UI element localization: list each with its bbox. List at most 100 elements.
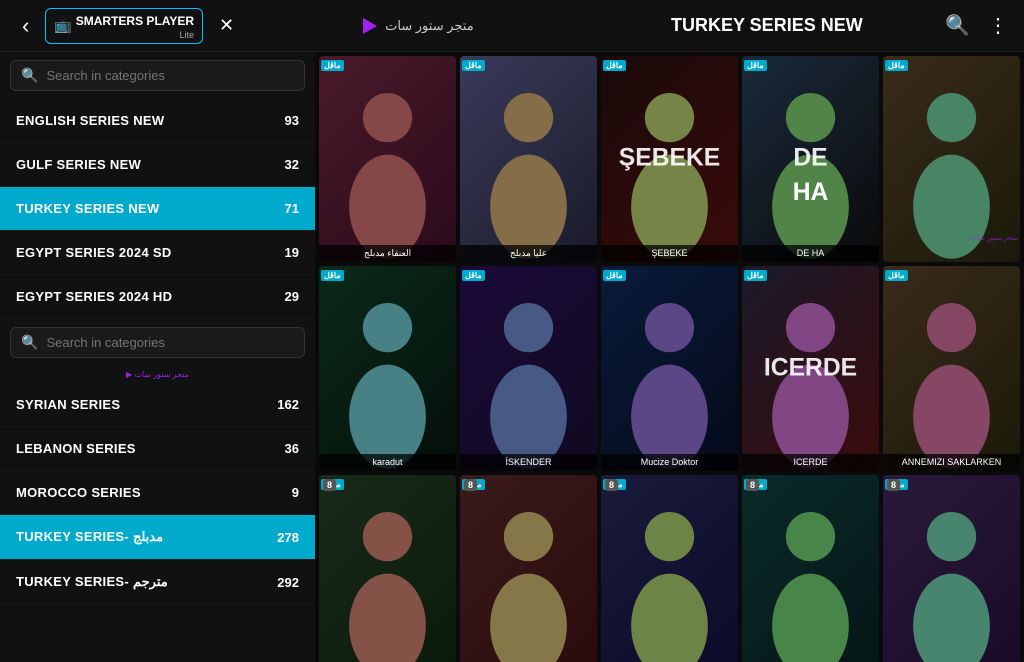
search-box-top[interactable]: 🔍 bbox=[10, 60, 305, 91]
sidebar-item-6[interactable]: LEBANON SERIES 36 bbox=[0, 427, 315, 471]
card-9[interactable]: ICERDE ماڤل ICERDE bbox=[742, 266, 879, 472]
sidebar-watermark: متجر ستور سات ▶ bbox=[0, 366, 315, 383]
card-12[interactable]: ماڤل8 bbox=[460, 475, 597, 662]
svg-text:ŞEBEKE: ŞEBEKE bbox=[619, 145, 720, 172]
search-input-mid[interactable] bbox=[46, 335, 294, 350]
card-artwork: ŞEBEKE bbox=[601, 56, 738, 262]
card-title: عليا مدبلج bbox=[460, 245, 597, 262]
card-14[interactable]: ماڤل8 bbox=[742, 475, 879, 662]
sidebar-item-label: TURKEY SERIES- مترجم bbox=[16, 574, 168, 590]
logo-lite: Lite bbox=[76, 30, 194, 40]
sidebar-item-7[interactable]: MOROCCO SERIES 9 bbox=[0, 471, 315, 515]
search-icon-top: 🔍 bbox=[21, 67, 38, 84]
card-artwork bbox=[319, 56, 456, 262]
card-artwork: DE HA bbox=[742, 56, 879, 262]
more-options-icon[interactable]: ⋮ bbox=[984, 9, 1012, 42]
sidebar-items-list: ENGLISH SERIES NEW 93 GULF SERIES NEW 32 TUR… bbox=[0, 99, 315, 605]
sidebar-item-label: LEBANON SERIES bbox=[16, 441, 136, 456]
sidebar-item-1[interactable]: GULF SERIES NEW 32 bbox=[0, 143, 315, 187]
search-input-top[interactable] bbox=[46, 68, 294, 83]
card-title: ICERDE bbox=[742, 454, 879, 471]
card-5[interactable]: ماڤل متجر ستور سات bbox=[883, 56, 1020, 262]
close-button[interactable]: ✕ bbox=[209, 11, 244, 40]
svg-text:ICERDE: ICERDE bbox=[764, 354, 857, 381]
card-13[interactable]: ماڤل8مصاع الطرق bbox=[601, 475, 738, 662]
card-artwork bbox=[883, 475, 1020, 662]
sidebar-item-label: MOROCCO SERIES bbox=[16, 485, 141, 500]
top-header: ‹ 📺 SMARTERS PLAYER Lite ✕ متجر ستور سات… bbox=[0, 0, 1024, 52]
mafl-badge: ماڤل bbox=[744, 270, 767, 281]
card-11[interactable]: ماڤل8 bbox=[319, 475, 456, 662]
number-badge: 8 bbox=[464, 479, 477, 491]
card-7[interactable]: ماڤلİSKENDER bbox=[460, 266, 597, 472]
tv-icon: 📺 bbox=[54, 17, 71, 34]
card-4[interactable]: DEHAماڤلDE HA bbox=[742, 56, 879, 262]
number-badge: 8 bbox=[323, 479, 336, 491]
svg-text:DE: DE bbox=[793, 145, 827, 172]
sidebar-item-4[interactable]: EGYPT SERIES 2024 HD29 bbox=[0, 275, 315, 319]
card-2[interactable]: ماڤلعليا مدبلج bbox=[460, 56, 597, 262]
card-8[interactable]: ماڤل Mucize Doktor bbox=[601, 266, 738, 472]
sidebar-item-label: EGYPT SERIES 2024 HD bbox=[16, 289, 172, 304]
card-artwork bbox=[883, 56, 1020, 262]
card-title: DE HA bbox=[742, 245, 879, 262]
card-artwork bbox=[883, 266, 1020, 472]
grid-area: ماڤلالعنقاء مدبلجماڤلعليا مدبلجŞEBEKEماڤ… bbox=[315, 52, 1024, 662]
header-arabic-section: متجر ستور سات bbox=[244, 18, 593, 34]
sidebar-item-count: 162 bbox=[277, 397, 299, 412]
card-watermark: متجر ستور سات bbox=[970, 234, 1018, 242]
sidebar-item-count: 93 bbox=[285, 113, 299, 128]
sidebar-item-label: TURKEY SERIES- مدبلج bbox=[16, 529, 163, 545]
card-1[interactable]: ماڤلالعنقاء مدبلج bbox=[319, 56, 456, 262]
search-box-mid[interactable]: 🔍 bbox=[10, 327, 305, 358]
card-6[interactable]: ماڤل karadut bbox=[319, 266, 456, 472]
card-title: İSKENDER bbox=[460, 454, 597, 471]
card-artwork bbox=[460, 475, 597, 662]
card-artwork: ICERDE bbox=[742, 266, 879, 472]
card-10[interactable]: ماڤل ANNEMIZI SAKLARKEN bbox=[883, 266, 1020, 472]
sidebar-item-count: 32 bbox=[285, 157, 299, 172]
sidebar-item-3[interactable]: EGYPT SERIES 2024 SD19 bbox=[0, 231, 315, 275]
header-title: TURKEY SERIES NEW bbox=[593, 15, 942, 36]
sidebar-item-count: 36 bbox=[285, 441, 299, 456]
play-triangle-icon bbox=[363, 18, 377, 34]
card-artwork bbox=[601, 266, 738, 472]
svg-text:HA: HA bbox=[793, 179, 829, 206]
sidebar-item-count: 278 bbox=[277, 530, 299, 545]
sidebar-item-count: 71 bbox=[285, 201, 299, 216]
sidebar-item-2[interactable]: TURKEY SERIES NEW 71 bbox=[0, 187, 315, 231]
card-title: ANNEMIZI SAKLARKEN bbox=[883, 454, 1020, 471]
main-content: 🔍 ENGLISH SERIES NEW 93 GULF SERIES NEW 32 T… bbox=[0, 52, 1024, 662]
mafl-badge: ماڤل bbox=[321, 60, 344, 71]
mafl-badge: ماڤل bbox=[885, 60, 908, 71]
content-grid: ماڤلالعنقاء مدبلجماڤلعليا مدبلجŞEBEKEماڤ… bbox=[319, 56, 1020, 662]
search-icon[interactable]: 🔍 bbox=[941, 9, 974, 42]
sidebar: 🔍 ENGLISH SERIES NEW 93 GULF SERIES NEW 32 T… bbox=[0, 52, 315, 662]
mafl-badge: ماڤل bbox=[885, 270, 908, 281]
logo-name: SMARTERS PLAYER bbox=[76, 14, 194, 28]
sidebar-item-label: ENGLISH SERIES NEW bbox=[16, 113, 164, 128]
card-title: karadut bbox=[319, 454, 456, 471]
sidebar-item-label: SYRIAN SERIES bbox=[16, 397, 120, 412]
sidebar-item-count: 19 bbox=[285, 245, 299, 260]
card-artwork bbox=[319, 266, 456, 472]
back-button[interactable]: ‹ bbox=[12, 9, 39, 43]
sidebar-item-label: GULF SERIES NEW bbox=[16, 157, 141, 172]
mafl-badge: ماڤل bbox=[603, 270, 626, 281]
sidebar-item-5[interactable]: SYRIAN SERIES 162 bbox=[0, 383, 315, 427]
sidebar-item-count: 9 bbox=[292, 485, 299, 500]
card-title: ŞEBEKE bbox=[601, 245, 738, 262]
mafl-badge: ماڤل bbox=[321, 270, 344, 281]
card-artwork bbox=[601, 475, 738, 662]
card-15[interactable]: ماڤل8 bbox=[883, 475, 1020, 662]
sidebar-item-9[interactable]: TURKEY SERIES- مترجم292 bbox=[0, 560, 315, 605]
card-artwork bbox=[319, 475, 456, 662]
sidebar-item-0[interactable]: ENGLISH SERIES NEW 93 bbox=[0, 99, 315, 143]
sidebar-item-8[interactable]: TURKEY SERIES- مدبلج 278 bbox=[0, 515, 315, 560]
card-title: Mucize Doktor bbox=[601, 454, 738, 471]
card-3[interactable]: ŞEBEKE ماڤل ŞEBEKE bbox=[601, 56, 738, 262]
arabic-store-text: متجر ستور سات bbox=[385, 18, 474, 34]
sidebar-item-label: TURKEY SERIES NEW bbox=[16, 201, 160, 216]
mafl-badge: ماڤل bbox=[603, 60, 626, 71]
number-badge: 8 bbox=[605, 479, 618, 491]
